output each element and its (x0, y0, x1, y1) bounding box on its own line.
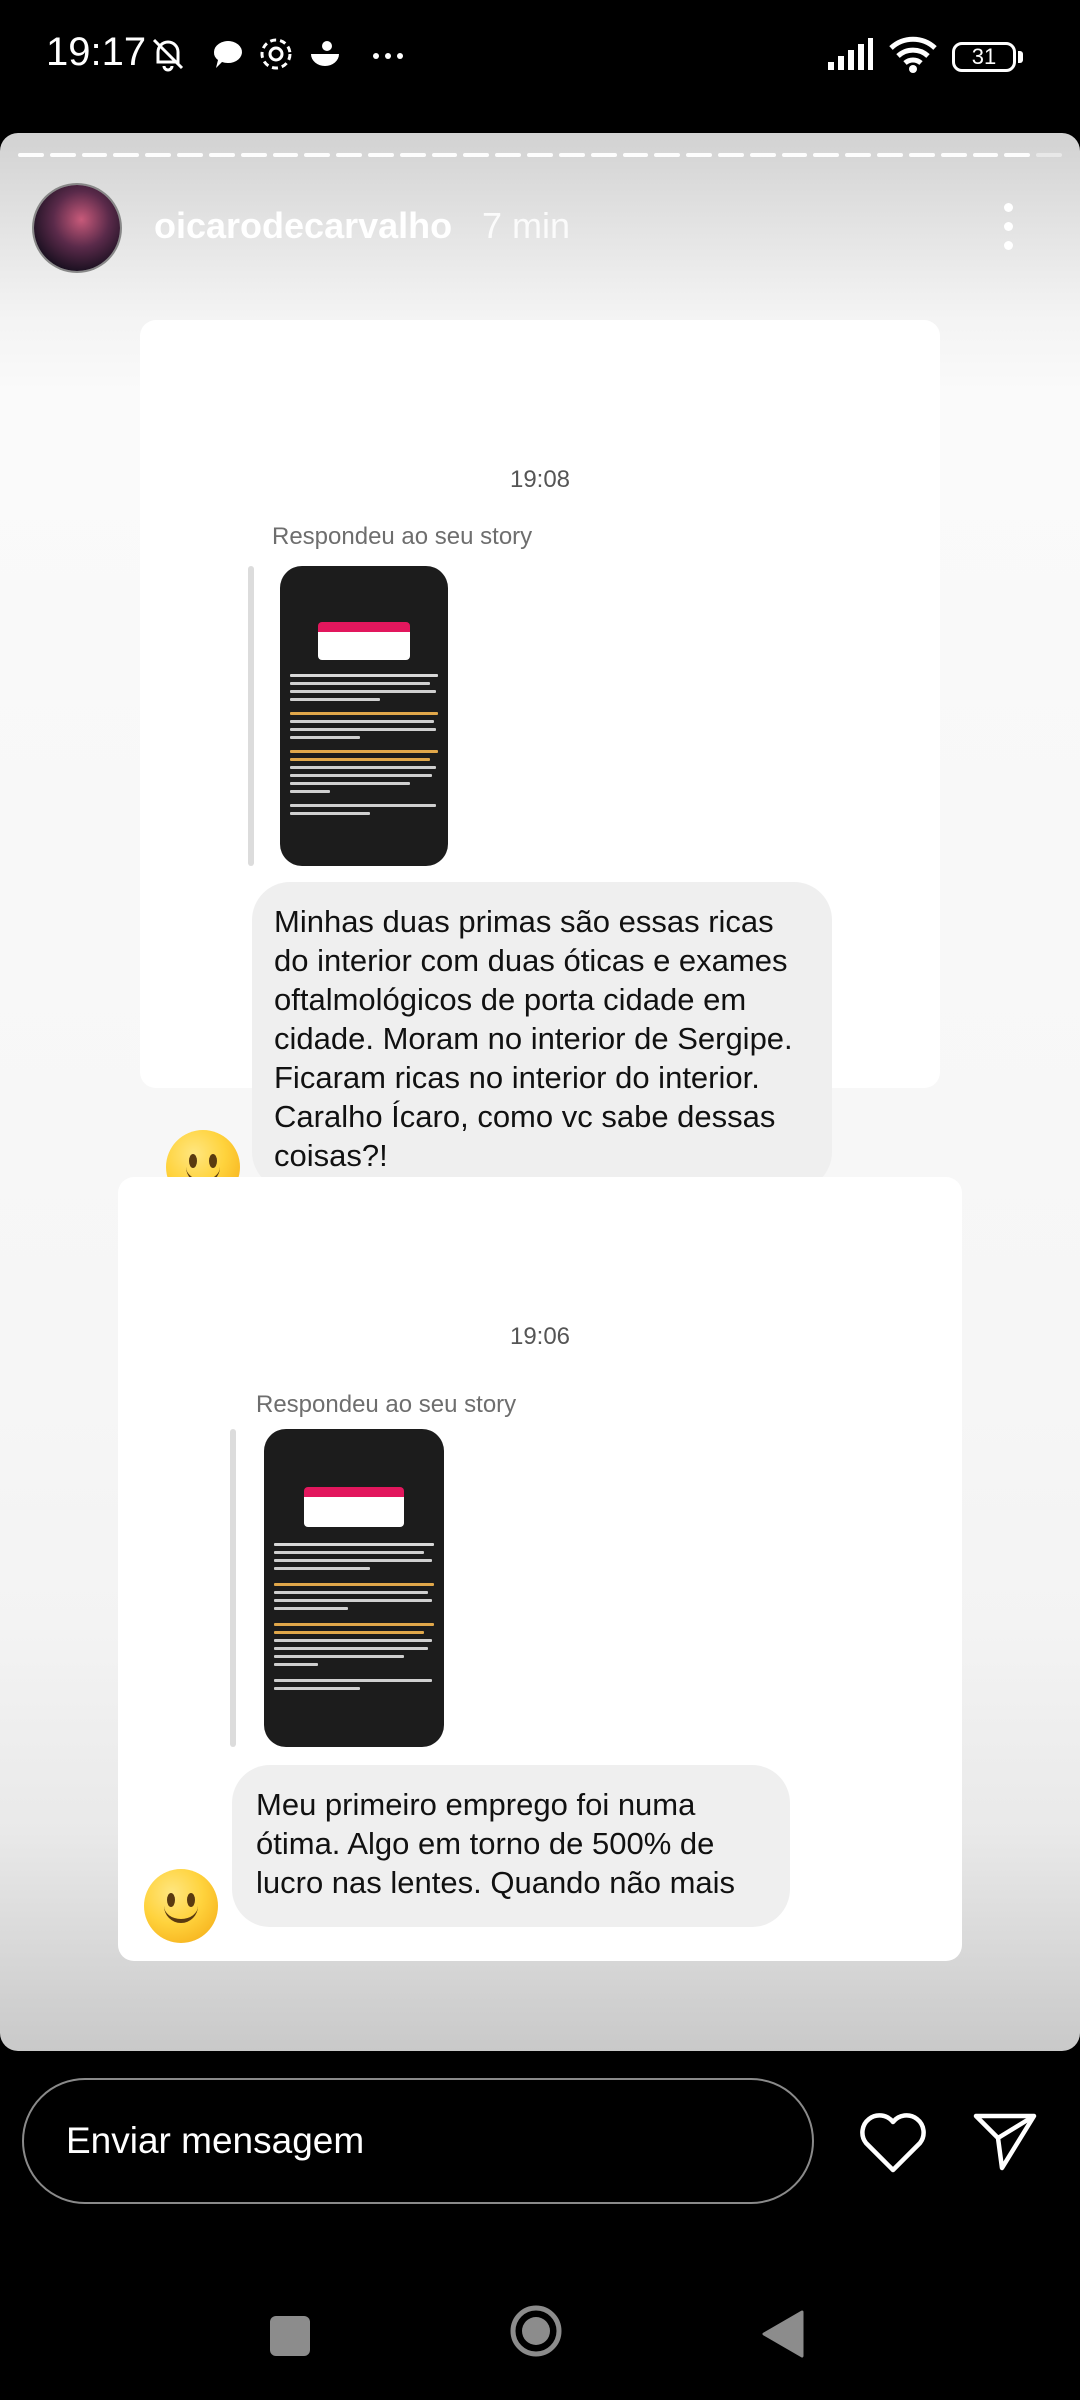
battery-tip (1018, 51, 1023, 63)
slightly-smiling-face-icon[interactable] (144, 1869, 218, 1943)
flower-icon (260, 38, 292, 70)
story-progress-segment (431, 153, 458, 157)
message-input-placeholder: Enviar mensagem (66, 2120, 365, 2161)
reply-quote-line (230, 1429, 236, 1747)
story-progress-segment (463, 153, 490, 157)
story-progress-segment (940, 153, 967, 157)
home-button[interactable] (509, 2304, 563, 2358)
story-progress-segment (304, 153, 331, 157)
more-dots-icon (373, 53, 403, 59)
battery-icon: 31 (952, 42, 1016, 72)
story-progress-segment (208, 153, 235, 157)
dm-card: 19:08 Respondeu ao seu story Minhas duas… (140, 320, 940, 1204)
story-progress-segment (113, 153, 140, 157)
back-button[interactable] (760, 2308, 806, 2360)
mute-vibrate-icon (152, 38, 184, 72)
story-progress-segment (495, 153, 522, 157)
message-timestamp: 19:06 (509, 1323, 571, 1350)
story-progress-segment (399, 153, 426, 157)
wifi-icon (889, 36, 937, 73)
story-progress-segment (177, 153, 203, 157)
story-progress-segment (1004, 153, 1031, 157)
more-options-icon[interactable] (1000, 203, 1016, 251)
replied-to-story-label: Respondeu ao seu story (272, 523, 533, 550)
recent-apps-button[interactable] (270, 2316, 310, 2356)
story-progress-segment (972, 153, 999, 157)
story-progress-segment (877, 153, 903, 157)
story-progress-segment (908, 153, 935, 157)
story-progress-segment (18, 153, 44, 157)
story-progress-segment (1036, 153, 1062, 157)
reply-quote-line (248, 566, 254, 866)
status-time: 19:17 (46, 30, 147, 74)
story-progress-bar (18, 153, 1062, 157)
story-progress-segment (718, 153, 744, 157)
signal-icon (828, 38, 873, 70)
story-progress-segment (145, 153, 172, 157)
story-progress-segment (622, 153, 649, 157)
message-bubble[interactable]: Minhas duas primas são essas ricas do in… (252, 882, 832, 1190)
story-progress-segment (845, 153, 872, 157)
story-progress-segment (654, 153, 681, 157)
status-bar: 19:17 31 (0, 0, 1080, 120)
story-progress-segment (240, 153, 267, 157)
story-progress-segment (781, 153, 808, 157)
send-icon[interactable] (970, 2108, 1040, 2174)
story-progress-segment (81, 153, 108, 157)
story-progress-segment (590, 153, 617, 157)
story-progress-segment (558, 153, 585, 157)
story-progress-segment (813, 153, 840, 157)
story-progress-segment (336, 153, 362, 157)
bowl-icon (311, 41, 339, 66)
story-thumbnail[interactable] (280, 566, 448, 866)
dm-card: 19:06 Respondeu ao seu story Meu primeir… (118, 1177, 962, 1961)
message-timestamp: 19:08 (509, 466, 571, 493)
story-progress-segment (527, 153, 553, 157)
heart-icon[interactable] (858, 2110, 928, 2176)
story-progress-segment (49, 153, 76, 157)
avatar[interactable] (34, 185, 120, 271)
story-progress-segment (686, 153, 712, 157)
message-bubble[interactable]: Meu primeiro emprego foi numa ótima. Alg… (232, 1765, 790, 1927)
story-thumbnail[interactable] (264, 1429, 444, 1747)
story-progress-segment (368, 153, 394, 157)
story-progress-segment (749, 153, 776, 157)
story-time-ago: 7 min (482, 205, 571, 246)
replied-to-story-label: Respondeu ao seu story (256, 1391, 517, 1418)
story-progress-segment (272, 153, 299, 157)
story-username[interactable]: oicarodecarvalho (154, 205, 452, 247)
chat-bubble-icon (213, 41, 242, 68)
story-card[interactable]: oicarodecarvalho 7 min 19:08 Respondeu a… (0, 133, 1080, 2051)
